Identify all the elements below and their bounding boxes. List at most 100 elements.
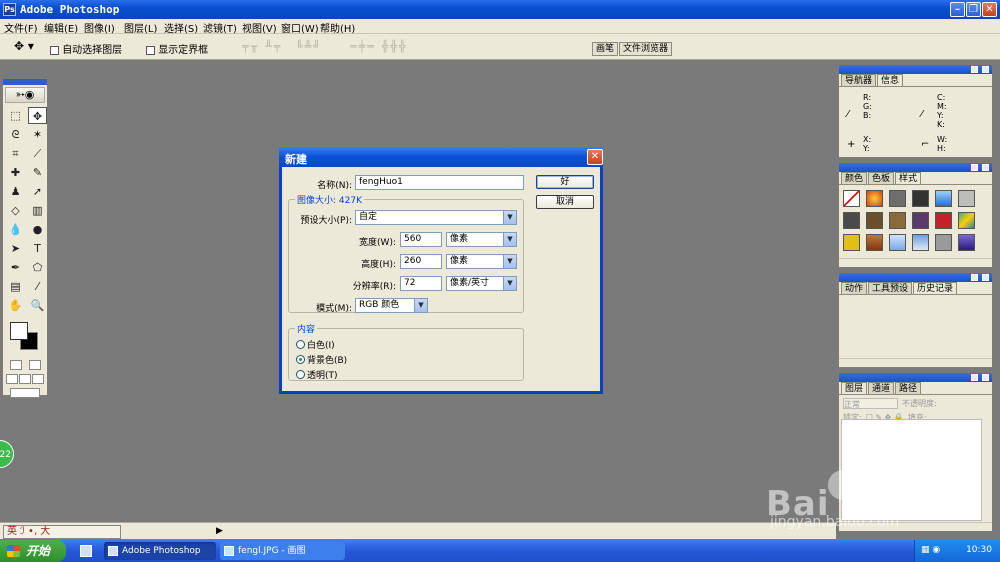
style-swatch[interactable] bbox=[866, 234, 883, 251]
distribute-icons[interactable]: ═╪═ ╬╬╬ bbox=[350, 40, 408, 53]
marquee-tool-icon[interactable]: ⬚ bbox=[6, 107, 25, 124]
contents-white-radio[interactable]: 白色(I) bbox=[296, 338, 335, 351]
radio-selected-icon[interactable] bbox=[296, 355, 305, 364]
radio-icon[interactable] bbox=[296, 370, 305, 379]
resolution-input[interactable]: 72 bbox=[400, 276, 442, 291]
show-bounds-checkbox[interactable]: 显示定界框 bbox=[146, 41, 208, 56]
tab-paths[interactable]: 路径 bbox=[895, 382, 922, 394]
tab-navigator[interactable]: 导航器 bbox=[841, 74, 877, 86]
cancel-button[interactable]: 取消 bbox=[536, 195, 594, 209]
align-icons-2[interactable]: ╚╩╝ bbox=[296, 40, 322, 53]
jump-to-imageready-icon[interactable] bbox=[10, 388, 40, 398]
feather-logo-icon[interactable]: ➳◉ bbox=[5, 87, 45, 103]
style-swatch[interactable] bbox=[843, 212, 860, 229]
hand-tool-icon[interactable]: ✋ bbox=[6, 297, 25, 314]
chevron-down-icon[interactable]: ▼ bbox=[503, 233, 516, 246]
tab-info[interactable]: 信息 bbox=[877, 74, 904, 86]
align-icons[interactable]: ╤╥ ╨╤ bbox=[242, 40, 282, 53]
style-swatch[interactable] bbox=[935, 190, 952, 207]
eraser-tool-icon[interactable]: ◇ bbox=[6, 202, 25, 219]
move-tool-icon[interactable]: ✥ bbox=[28, 107, 47, 124]
stamp-tool-icon[interactable]: ♟ bbox=[6, 183, 25, 200]
path-select-icon[interactable]: ➤ bbox=[6, 240, 25, 257]
resolution-unit-select[interactable]: 像素/英寸 ▼ bbox=[446, 276, 517, 291]
checkbox-icon[interactable] bbox=[146, 45, 155, 55]
menu-layer[interactable]: 图层(L) bbox=[124, 20, 157, 35]
tab-tool-presets[interactable]: 工具预设 bbox=[868, 282, 913, 294]
pen-tool-icon[interactable]: ✒ bbox=[6, 259, 25, 276]
minimize-icon[interactable] bbox=[971, 374, 978, 381]
style-swatch[interactable] bbox=[958, 212, 975, 229]
style-swatch[interactable] bbox=[866, 190, 883, 207]
style-swatch[interactable] bbox=[866, 212, 883, 229]
menu-view[interactable]: 视图(V) bbox=[242, 20, 277, 35]
tab-file-browser[interactable]: 文件浏览器 bbox=[619, 42, 673, 56]
tab-swatches[interactable]: 色板 bbox=[868, 172, 895, 184]
blend-mode-select[interactable]: 正常 bbox=[843, 397, 898, 409]
move-tool-icon[interactable]: ✥ ▾ bbox=[14, 39, 34, 53]
style-none[interactable] bbox=[843, 190, 860, 207]
close-button[interactable]: ✕ bbox=[982, 2, 997, 17]
gradient-tool-icon[interactable]: ▥ bbox=[28, 202, 47, 219]
tab-history[interactable]: 历史记录 bbox=[913, 282, 958, 294]
preset-select[interactable]: 自定 ▼ bbox=[355, 210, 517, 225]
slice-tool-icon[interactable]: ⟋ bbox=[28, 145, 47, 162]
style-swatch[interactable] bbox=[935, 234, 952, 251]
menu-image[interactable]: 图像(I) bbox=[84, 20, 115, 35]
ok-button[interactable]: 好 bbox=[536, 175, 594, 189]
foreground-color-swatch[interactable] bbox=[10, 322, 28, 340]
contents-transparent-radio[interactable]: 透明(T) bbox=[296, 368, 338, 381]
chevron-down-icon[interactable]: ▼ bbox=[414, 299, 427, 312]
menu-help[interactable]: 帮助(H) bbox=[320, 20, 355, 35]
lasso-tool-icon[interactable]: ᘓ bbox=[6, 126, 25, 143]
tab-layers[interactable]: 图层 bbox=[841, 382, 868, 394]
menu-select[interactable]: 选择(S) bbox=[164, 20, 198, 35]
width-unit-select[interactable]: 像素 ▼ bbox=[446, 232, 517, 247]
style-swatch[interactable] bbox=[935, 212, 952, 229]
name-input[interactable]: fengHuo1 bbox=[355, 175, 524, 190]
crop-tool-icon[interactable]: ⌗ bbox=[6, 145, 25, 162]
menu-edit[interactable]: 编辑(E) bbox=[44, 20, 78, 35]
style-swatch[interactable] bbox=[958, 190, 975, 207]
menu-file[interactable]: 文件(F) bbox=[4, 20, 38, 35]
menu-filter[interactable]: 滤镜(T) bbox=[203, 20, 237, 35]
dialog-close-button[interactable]: ✕ bbox=[587, 149, 603, 165]
type-tool-icon[interactable]: T bbox=[28, 240, 47, 257]
start-button[interactable]: 开始 bbox=[0, 540, 66, 562]
chevron-down-icon[interactable]: ▼ bbox=[503, 255, 516, 268]
tab-actions[interactable]: 动作 bbox=[841, 282, 868, 294]
healing-brush-icon[interactable]: ✚ bbox=[6, 164, 25, 181]
tab-color[interactable]: 颜色 bbox=[841, 172, 868, 184]
menu-window[interactable]: 窗口(W) bbox=[281, 20, 319, 35]
height-input[interactable]: 260 bbox=[400, 254, 442, 269]
history-brush-icon[interactable]: ➚ bbox=[28, 183, 47, 200]
close-icon[interactable] bbox=[982, 164, 989, 171]
contents-background-radio[interactable]: 背景色(B) bbox=[296, 353, 347, 366]
mode-select[interactable]: RGB 颜色 ▼ bbox=[355, 298, 428, 313]
style-swatch[interactable] bbox=[958, 234, 975, 251]
style-swatch[interactable] bbox=[889, 212, 906, 229]
eyedropper-icon[interactable]: ⁄ bbox=[28, 278, 47, 295]
chevron-down-icon[interactable]: ▼ bbox=[503, 277, 516, 290]
radio-icon[interactable] bbox=[296, 340, 305, 349]
minimize-icon[interactable] bbox=[971, 66, 978, 73]
zoom-tool-icon[interactable]: 🔍 bbox=[28, 297, 47, 314]
auto-select-checkbox[interactable]: 自动选择图层 bbox=[50, 41, 122, 56]
screen-mode-1-icon[interactable] bbox=[6, 374, 19, 384]
tab-brushes[interactable]: 画笔 bbox=[592, 42, 619, 56]
style-swatch[interactable] bbox=[889, 190, 906, 207]
style-swatch[interactable] bbox=[912, 190, 929, 207]
tab-styles[interactable]: 样式 bbox=[895, 172, 922, 184]
screen-mode-2-icon[interactable] bbox=[18, 374, 31, 384]
style-swatch[interactable] bbox=[912, 212, 929, 229]
ime-toolbar[interactable]: 英 ℐ •, 大 bbox=[3, 525, 121, 539]
width-input[interactable]: 560 bbox=[400, 232, 442, 247]
tab-channels[interactable]: 通道 bbox=[868, 382, 895, 394]
shape-tool-icon[interactable]: ⬠ bbox=[28, 259, 47, 276]
dodge-tool-icon[interactable]: ● bbox=[28, 221, 47, 238]
chevron-down-icon[interactable]: ▼ bbox=[503, 211, 516, 224]
screen-mode-3-icon[interactable] bbox=[31, 374, 44, 384]
magic-wand-icon[interactable]: ✶ bbox=[28, 126, 47, 143]
quick-mask-icon[interactable] bbox=[28, 360, 41, 370]
task-photoshop[interactable]: Adobe Photoshop bbox=[104, 542, 216, 560]
